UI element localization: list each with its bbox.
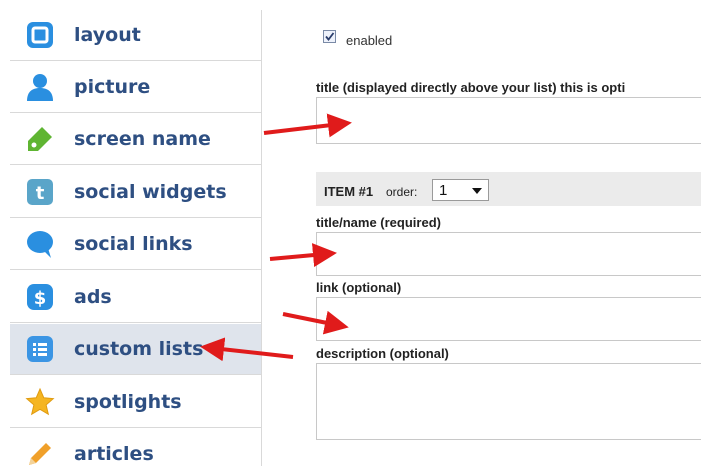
sidebar-item-custom-lists[interactable]: custom lists [10, 324, 261, 375]
item-description-label: description (optional) [316, 346, 449, 361]
item-header-bar [316, 172, 701, 206]
dollar-icon: $ [25, 282, 55, 312]
enabled-label: enabled [346, 33, 393, 48]
sidebar-item-label: spotlights [74, 391, 182, 413]
item-link-label: link (optional) [316, 280, 402, 295]
dropdown-arrow-icon [472, 188, 482, 194]
sidebar-item-label: layout [74, 24, 141, 46]
item-number-label: ITEM #1 [324, 184, 374, 199]
order-label: order: [386, 185, 418, 199]
item-description-textarea[interactable] [316, 363, 701, 440]
sidebar-item-social-widgets[interactable]: t social widgets [10, 167, 261, 218]
sidebar-item-screen-name[interactable]: screen name [10, 114, 261, 165]
sidebar: layout picture screen name t social widg… [10, 10, 262, 466]
item-name-label: title/name (required) [316, 215, 441, 230]
list-icon [25, 334, 55, 364]
checkmark-icon [325, 32, 335, 41]
order-select[interactable]: 1 [432, 179, 489, 201]
sidebar-item-label: social widgets [74, 181, 227, 203]
person-icon [25, 72, 55, 102]
sidebar-item-label: screen name [74, 128, 211, 150]
sidebar-item-ads[interactable]: $ ads [10, 272, 261, 323]
svg-text:$: $ [34, 288, 47, 309]
list-title-label: title (displayed directly above your lis… [316, 80, 626, 95]
sidebar-item-articles[interactable]: articles [10, 429, 261, 466]
star-icon [25, 387, 55, 417]
svg-text:t: t [36, 183, 45, 204]
list-title-input[interactable] [316, 97, 701, 144]
speech-bubble-icon [25, 229, 55, 259]
pencil-icon [25, 439, 55, 466]
sidebar-item-label: articles [74, 443, 154, 465]
sidebar-item-label: social links [74, 233, 193, 255]
twitter-icon: t [25, 177, 55, 207]
enabled-checkbox[interactable] [323, 30, 336, 43]
sidebar-item-label: custom lists [74, 338, 204, 360]
order-value: 1 [439, 182, 448, 199]
sidebar-item-label: picture [74, 76, 151, 98]
sidebar-item-picture[interactable]: picture [10, 62, 261, 113]
sidebar-item-label: ads [74, 286, 112, 308]
sidebar-item-spotlights[interactable]: spotlights [10, 377, 261, 428]
tag-icon [25, 124, 55, 154]
layout-icon [25, 20, 55, 50]
sidebar-item-social-links[interactable]: social links [10, 219, 261, 270]
item-link-input[interactable] [316, 297, 701, 341]
item-name-input[interactable] [316, 232, 701, 276]
sidebar-item-layout[interactable]: layout [10, 10, 261, 61]
